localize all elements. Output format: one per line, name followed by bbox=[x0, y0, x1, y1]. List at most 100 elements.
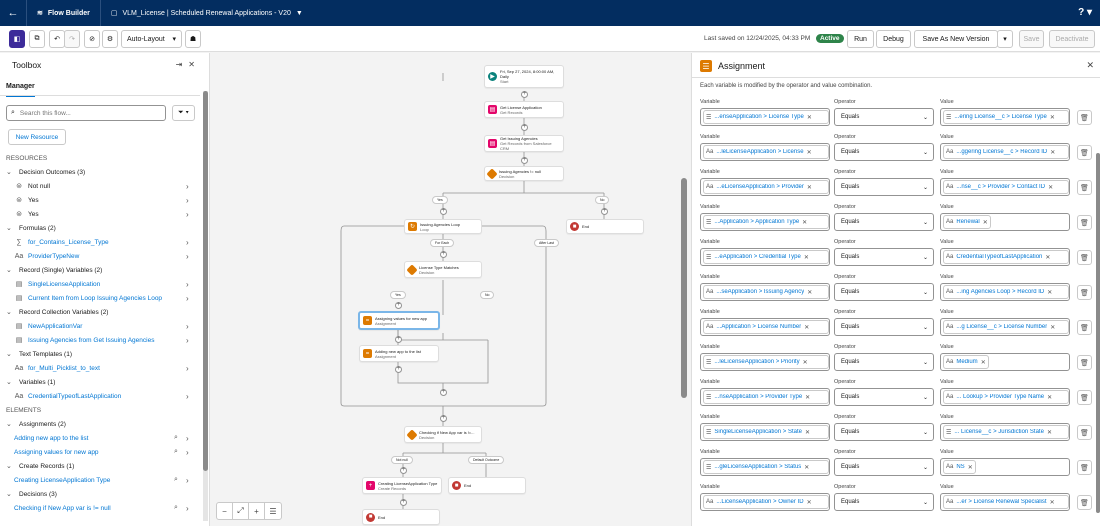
variable-pill[interactable]: Aa ...seApplication > Issuing Agency ✕ bbox=[703, 285, 829, 299]
value-pill[interactable]: Aa ...ggering License__c > Record ID ✕ bbox=[943, 145, 1069, 159]
resource-group[interactable]: ⌄ Variables (1) bbox=[0, 375, 200, 389]
variable-field[interactable]: ☰ ...leLicenseApplication > Priority ✕ bbox=[700, 353, 830, 371]
decision-null-node[interactable]: Checking if New App var is !=... Decision bbox=[404, 426, 482, 443]
resource-item[interactable]: Aa for_Multi_Picklist_to_text › bbox=[0, 361, 200, 375]
operator-select[interactable]: Equals ⌄ bbox=[834, 178, 934, 196]
debug-button[interactable]: Debug bbox=[876, 30, 911, 48]
close-icon[interactable]: ✕ bbox=[805, 429, 810, 436]
close-icon[interactable]: ✕ bbox=[803, 359, 808, 366]
variable-field[interactable]: Aa ...seApplication > Issuing Agency ✕ bbox=[700, 283, 830, 301]
value-field[interactable]: Aa NS ✕ bbox=[940, 458, 1070, 476]
variable-pill[interactable]: ☰ ...leLicenseApplication > Priority ✕ bbox=[703, 355, 829, 369]
zoom-in-button[interactable]: + bbox=[249, 503, 265, 519]
add-element-button[interactable]: + bbox=[521, 91, 528, 98]
variable-field[interactable]: Aa ...eLicenseApplication > Provider ✕ bbox=[700, 178, 830, 196]
value-pill[interactable]: Aa Medium ✕ bbox=[943, 355, 989, 369]
add-element-button[interactable]: + bbox=[521, 157, 528, 164]
back-arrow-icon[interactable]: ← bbox=[0, 7, 26, 19]
search-icon[interactable]: ⌕ bbox=[174, 476, 186, 484]
value-pill[interactable]: Aa NS ✕ bbox=[943, 460, 976, 474]
close-icon[interactable]: ✕ bbox=[805, 394, 810, 401]
close-icon[interactable]: ✕ bbox=[983, 219, 988, 226]
undo-button[interactable]: ↶ bbox=[49, 30, 65, 48]
add-element-button[interactable]: + bbox=[440, 251, 447, 258]
delete-row-button[interactable]: 🗑 bbox=[1077, 390, 1092, 405]
for-each-pill[interactable]: For Each bbox=[430, 239, 455, 247]
operator-select[interactable]: Equals ⌄ bbox=[834, 108, 934, 126]
outcome-not-null-pill[interactable]: Not null bbox=[391, 456, 413, 464]
get-agencies-node[interactable]: ▤ Get Issuing Agencies Get Records from S… bbox=[484, 135, 564, 152]
resource-item[interactable]: ⊜ Yes › bbox=[0, 193, 200, 207]
resource-item[interactable]: Aa ProviderTypeNew › bbox=[0, 249, 200, 263]
delete-row-button[interactable]: 🗑 bbox=[1077, 145, 1092, 160]
save-as-new-version-button[interactable]: Save As New Version bbox=[914, 30, 998, 48]
value-pill[interactable]: ☰ ...ering License__c > License Type ✕ bbox=[943, 110, 1069, 124]
add-app-node[interactable]: = Adding new app to the list Assignment bbox=[359, 345, 439, 362]
close-icon[interactable]: ✕ bbox=[807, 499, 812, 506]
element-item[interactable]: Adding new app to the list ⌕ › bbox=[0, 431, 200, 445]
resource-group[interactable]: ⌄ Formulas (2) bbox=[0, 221, 200, 235]
operator-select[interactable]: Equals ⌄ bbox=[834, 458, 934, 476]
close-icon[interactable]: ✕ bbox=[807, 184, 812, 191]
outcome-no-pill[interactable]: No bbox=[595, 196, 610, 204]
resource-item[interactable]: ⊜ Not null › bbox=[0, 179, 200, 193]
variable-field[interactable]: Aa ...leLicenseApplication > License ✕ bbox=[700, 143, 830, 161]
deactivate-button[interactable]: Deactivate bbox=[1049, 30, 1095, 48]
scrollbar-thumb[interactable] bbox=[203, 91, 208, 471]
close-icon[interactable]: ✕ bbox=[804, 464, 809, 471]
canvas-scrollbar[interactable] bbox=[681, 178, 687, 398]
run-button[interactable]: Run bbox=[847, 30, 874, 48]
variable-pill[interactable]: ☰ ...nseApplication > Provider Type ✕ bbox=[703, 390, 829, 404]
operator-select[interactable]: Equals ⌄ bbox=[834, 213, 934, 231]
value-field[interactable]: Aa ...ing Agencies Loop > Record ID ✕ bbox=[940, 283, 1070, 301]
delete-row-button[interactable]: 🗑 bbox=[1077, 110, 1092, 125]
get-license-node[interactable]: ▤ Get License Application Get Records bbox=[484, 101, 564, 118]
flow-title-menu[interactable]: ▢ VLM_License | Scheduled Renewal Applic… bbox=[101, 9, 313, 18]
variable-pill[interactable]: ☰ ...eApplication > Credential Type ✕ bbox=[703, 250, 829, 264]
outcome-yes-pill[interactable]: Yes bbox=[432, 196, 448, 204]
search-icon[interactable]: ⌕ bbox=[174, 434, 186, 442]
close-icon[interactable]: ✕ bbox=[968, 464, 973, 471]
after-last-pill[interactable]: After Last bbox=[534, 239, 559, 247]
close-icon[interactable]: ✕ bbox=[1048, 184, 1053, 191]
delete-row-button[interactable]: 🗑 bbox=[1077, 215, 1092, 230]
redo-button[interactable]: ↷ bbox=[64, 30, 80, 48]
variable-pill[interactable]: Aa ...eLicenseApplication > Provider ✕ bbox=[703, 180, 829, 194]
variable-field[interactable]: Aa ...Application > License Number ✕ bbox=[700, 318, 830, 336]
add-element-button[interactable]: + bbox=[440, 389, 447, 396]
zoom-out-button[interactable]: − bbox=[217, 503, 233, 519]
panel-scrollbar[interactable] bbox=[1096, 153, 1100, 513]
add-element-button[interactable]: + bbox=[395, 336, 402, 343]
add-element-button[interactable]: + bbox=[400, 467, 407, 474]
assign-values-node[interactable]: = Assigning values for new app Assignment bbox=[358, 311, 440, 330]
resource-item[interactable]: ▤ NewApplicationVar › bbox=[0, 319, 200, 333]
copy-button[interactable]: ⧉ bbox=[29, 30, 45, 48]
element-group[interactable]: ⌄ Create Records (1) bbox=[0, 459, 200, 473]
operator-select[interactable]: Equals ⌄ bbox=[834, 248, 934, 266]
search-input[interactable] bbox=[19, 109, 150, 117]
resource-item[interactable]: ▤ SingleLicenseApplication › bbox=[0, 277, 200, 291]
value-field[interactable]: ☰ ...ering License__c > License Type ✕ bbox=[940, 108, 1070, 126]
value-field[interactable]: Aa ...nse__c > Provider > Contact ID ✕ bbox=[940, 178, 1070, 196]
resource-item[interactable]: Aa CredentialTypeofLastApplication › bbox=[0, 389, 200, 403]
variable-field[interactable]: ☰ ...gleLicenseApplication > Status ✕ bbox=[700, 458, 830, 476]
value-field[interactable]: Aa ...ggering License__c > Record ID ✕ bbox=[940, 143, 1070, 161]
end-node[interactable]: ■ End bbox=[362, 509, 440, 525]
decision-type-node[interactable]: License Type Matches Decision bbox=[404, 261, 482, 278]
value-pill[interactable]: Aa ...g License__c > License Number ✕ bbox=[943, 320, 1069, 334]
variable-field[interactable]: ☰ SingleLicenseApplication > State ✕ bbox=[700, 423, 830, 441]
add-element-button[interactable]: + bbox=[395, 302, 402, 309]
operator-select[interactable]: Equals ⌄ bbox=[834, 318, 934, 336]
fit-view-button[interactable]: ⤢ bbox=[233, 503, 249, 519]
toggle-toolbox-button[interactable]: ◧ bbox=[9, 30, 25, 48]
element-group[interactable]: ⌄ Assignments (2) bbox=[0, 417, 200, 431]
add-element-button[interactable]: + bbox=[601, 208, 608, 215]
new-resource-button[interactable]: New Resource bbox=[8, 129, 66, 145]
settings-button[interactable]: ⚙ bbox=[102, 30, 118, 48]
layout-mode-select[interactable]: Auto-Layout ▾ bbox=[121, 30, 182, 48]
value-field[interactable]: Aa Medium ✕ bbox=[940, 353, 1070, 371]
add-element-button[interactable]: + bbox=[440, 415, 447, 422]
resource-item[interactable]: ▤ Issuing Agencies from Get Issuing Agenc… bbox=[0, 333, 200, 347]
close-icon[interactable]: ✕ bbox=[1047, 289, 1052, 296]
end-node[interactable]: ■ End bbox=[566, 219, 644, 234]
